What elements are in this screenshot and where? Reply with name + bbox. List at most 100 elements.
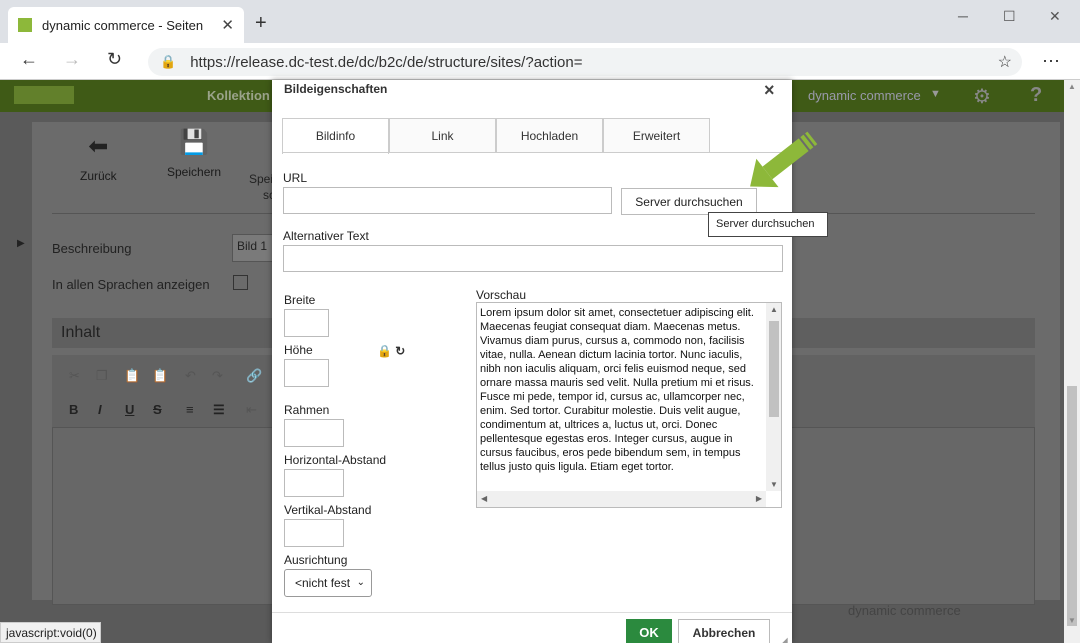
preview-scroll-thumb[interactable] bbox=[769, 321, 779, 417]
forward-arrow-icon[interactable]: → bbox=[63, 49, 81, 70]
lock-icon: 🔒 bbox=[160, 54, 177, 69]
reload-icon[interactable]: ↻ bbox=[107, 49, 122, 70]
tab-underline bbox=[282, 152, 782, 153]
scroll-up-icon[interactable]: ▲ bbox=[1068, 82, 1076, 91]
annotation-arrow-icon bbox=[750, 131, 818, 188]
back-arrow-icon: ⬅ bbox=[88, 133, 109, 160]
browser-tab[interactable]: dynamic commerce - Seiten ✕ bbox=[8, 7, 244, 43]
tab-erweitert[interactable]: Erweitert bbox=[603, 118, 710, 153]
height-input[interactable] bbox=[284, 359, 329, 387]
account-menu[interactable]: dynamic commerce bbox=[808, 88, 921, 103]
italic-icon[interactable]: I bbox=[98, 402, 102, 417]
maximize-icon[interactable]: ☐ bbox=[1003, 8, 1016, 25]
tab-bildinfo[interactable]: Bildinfo bbox=[282, 118, 389, 154]
reset-size-icon[interactable]: ↻ bbox=[395, 344, 405, 358]
preview-label: Vorschau bbox=[476, 288, 527, 302]
underline-icon[interactable]: U bbox=[125, 402, 134, 417]
floppy-disk-icon: 💾 bbox=[179, 129, 209, 156]
page-scrollbar[interactable]: ▲ ▼ bbox=[1064, 80, 1080, 643]
browser-menu-icon[interactable]: ⋯ bbox=[1042, 51, 1060, 72]
hspace-label: Horizontal-Abstand bbox=[284, 453, 387, 467]
alt-text-input[interactable] bbox=[283, 245, 783, 272]
alt-text-label: Alternativer Text bbox=[283, 229, 369, 243]
ratio-controls: 🔒 ↻ bbox=[377, 344, 405, 358]
dialog-tabs: Bildinfo Link Hochladen Erweitert bbox=[282, 118, 710, 154]
chevron-down-icon: ⌄ bbox=[356, 577, 365, 588]
tab-title: dynamic commerce - Seiten bbox=[42, 17, 204, 33]
nav-item-kollektion[interactable]: Kollektion bbox=[207, 88, 270, 103]
minimize-icon[interactable]: ─ bbox=[958, 8, 968, 24]
link-icon[interactable]: 🔗 bbox=[246, 368, 262, 384]
save-label: Speichern bbox=[167, 165, 222, 179]
cancel-button[interactable]: Abbrechen bbox=[678, 619, 770, 643]
image-properties-dialog: Bildeigenschaften × Bildinfo Link Hochla… bbox=[272, 80, 828, 643]
border-label: Rahmen bbox=[284, 403, 330, 417]
gear-icon[interactable]: ⚙ bbox=[973, 84, 991, 109]
preview-horizontal-scrollbar[interactable]: ◀ ▶ bbox=[477, 491, 766, 507]
align-select-value: <nicht fest bbox=[295, 576, 351, 590]
scroll-down-icon[interactable]: ▼ bbox=[1068, 616, 1076, 625]
lock-ratio-icon[interactable]: 🔒 bbox=[377, 344, 392, 358]
description-input[interactable]: Bild 1 bbox=[232, 234, 277, 262]
bullet-list-icon[interactable]: ☰ bbox=[213, 402, 225, 418]
image-url-input[interactable] bbox=[283, 187, 612, 214]
bold-icon[interactable]: B bbox=[69, 402, 78, 417]
url-label: URL bbox=[283, 171, 308, 185]
address-bar-row: ← → ↻ 🔒 https://release.dc-test.de/dc/b2… bbox=[0, 43, 1080, 80]
status-bar-url: javascript:void(0) bbox=[0, 622, 101, 643]
back-button[interactable]: ⬅ Zurück bbox=[80, 132, 117, 183]
help-icon[interactable]: ? bbox=[1030, 84, 1042, 107]
scrollbar-thumb[interactable] bbox=[1067, 386, 1077, 626]
preview-vertical-scrollbar[interactable]: ▲ ▼ bbox=[766, 303, 781, 491]
close-icon[interactable]: × bbox=[764, 80, 775, 101]
dialog-footer-divider bbox=[272, 612, 792, 613]
paste-icon[interactable]: 📋 bbox=[124, 368, 140, 384]
align-select[interactable]: <nicht fest ⌄ bbox=[284, 569, 372, 597]
strikethrough-icon[interactable]: S bbox=[153, 402, 162, 417]
tab-hochladen[interactable]: Hochladen bbox=[496, 118, 603, 153]
expand-arrow-icon[interactable]: ▶ bbox=[17, 238, 25, 249]
outdent-icon[interactable]: ⇤ bbox=[246, 402, 257, 418]
scroll-down-icon[interactable]: ▼ bbox=[770, 480, 778, 489]
scroll-up-icon[interactable]: ▲ bbox=[770, 305, 778, 314]
scroll-left-icon[interactable]: ◀ bbox=[481, 494, 487, 503]
ok-button[interactable]: OK bbox=[626, 619, 672, 643]
tooltip: Server durchsuchen bbox=[708, 212, 828, 237]
resize-handle-icon[interactable]: ◢ bbox=[780, 636, 788, 643]
save-close-label-fragment[interactable]: Spei bbox=[249, 172, 273, 186]
undo-icon[interactable]: ↶ bbox=[185, 368, 196, 384]
hspace-input[interactable] bbox=[284, 469, 344, 497]
all-languages-checkbox[interactable] bbox=[233, 275, 248, 290]
preview-box[interactable]: Lorem ipsum dolor sit amet, consectetuer… bbox=[476, 302, 782, 508]
redo-icon[interactable]: ↷ bbox=[212, 368, 223, 384]
tab-close-icon[interactable]: ✕ bbox=[221, 16, 234, 34]
dialog-title: Bildeigenschaften bbox=[284, 82, 388, 96]
width-label: Breite bbox=[284, 293, 316, 307]
vspace-input[interactable] bbox=[284, 519, 344, 547]
url-field[interactable]: 🔒 https://release.dc-test.de/dc/b2c/de/s… bbox=[148, 48, 1022, 76]
back-label: Zurück bbox=[80, 169, 117, 183]
align-label: Ausrichtung bbox=[284, 553, 348, 567]
footer-brand: dynamic commerce bbox=[848, 603, 961, 618]
site-favicon-icon bbox=[18, 18, 32, 32]
width-input[interactable] bbox=[284, 309, 329, 337]
save-button[interactable]: 💾 Speichern bbox=[167, 128, 221, 179]
url-text: https://release.dc-test.de/dc/b2c/de/str… bbox=[190, 53, 583, 71]
window-close-icon[interactable]: ✕ bbox=[1049, 8, 1061, 25]
back-arrow-icon[interactable]: ← bbox=[20, 49, 38, 70]
numbered-list-icon[interactable]: ≡ bbox=[186, 402, 194, 417]
copy-icon[interactable]: ❐ bbox=[96, 368, 108, 384]
preview-text: Lorem ipsum dolor sit amet, consectetuer… bbox=[480, 307, 754, 473]
new-tab-icon[interactable]: + bbox=[255, 12, 267, 35]
border-input[interactable] bbox=[284, 419, 344, 447]
vspace-label: Vertikal-Abstand bbox=[284, 503, 372, 517]
favorite-star-icon[interactable]: ☆ bbox=[998, 52, 1012, 72]
tab-link[interactable]: Link bbox=[389, 118, 496, 153]
paste-text-icon[interactable]: 📋 bbox=[152, 368, 168, 384]
app-logo bbox=[14, 86, 74, 104]
description-label: Beschreibung bbox=[52, 241, 132, 256]
scroll-right-icon[interactable]: ▶ bbox=[756, 494, 762, 503]
browse-server-button[interactable]: Server durchsuchen bbox=[621, 188, 757, 215]
cut-icon[interactable]: ✂ bbox=[69, 368, 80, 384]
chevron-down-icon[interactable]: ▼ bbox=[930, 88, 941, 100]
